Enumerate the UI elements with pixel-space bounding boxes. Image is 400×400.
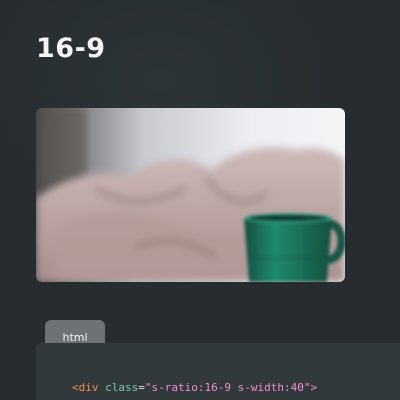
- image-blanket-mug: [36, 108, 345, 282]
- code-attr-name: class: [105, 381, 139, 394]
- code-tag-open: <div: [72, 381, 99, 394]
- code-tag-close: >: [310, 381, 318, 394]
- mug-icon: [244, 213, 345, 282]
- code-equals: =: [138, 381, 145, 394]
- page-title: 16-9: [36, 33, 106, 64]
- code-panel: <div class="s-ratio:16-9 s-width:40">: [36, 343, 400, 400]
- code-line: <div class="s-ratio:16-9 s-width:40">: [72, 381, 317, 394]
- code-attr-value: "s-ratio:16-9 s-width:40": [144, 381, 311, 394]
- example-image: [36, 108, 345, 282]
